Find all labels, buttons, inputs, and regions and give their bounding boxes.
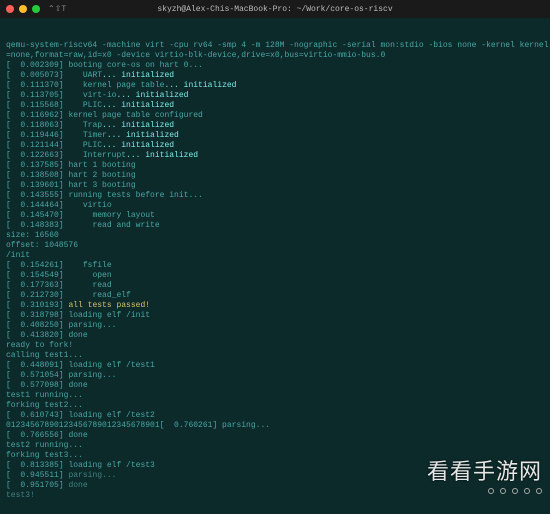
log-line: 01234567890123456789012345678901[ 0.7602… <box>6 421 544 431</box>
log-line: [ 0.318798] loading elf /init <box>6 311 544 321</box>
terminal-output[interactable]: qemu-system-riscv64 -machine virt -cpu r… <box>0 18 550 514</box>
log-line: [ 0.111370] kernel page table... initial… <box>6 81 544 91</box>
log-line: [ 0.118063] Trap... initialized <box>6 121 544 131</box>
watermark-dots <box>488 488 542 494</box>
log-line: forking test2... <box>6 401 544 411</box>
log-line: [ 0.177363] read <box>6 281 544 291</box>
log-line: qemu-system-riscv64 -machine virt -cpu r… <box>6 41 544 51</box>
log-line: [ 0.143555] running tests before init... <box>6 191 544 201</box>
watermark-text: 看看手游网 <box>427 454 542 486</box>
log-line: [ 0.144464] virtio <box>6 201 544 211</box>
minimize-icon[interactable] <box>19 5 27 13</box>
log-line: [ 0.002309] booting core-os on hart 0... <box>6 61 544 71</box>
log-line: [ 0.154549] open <box>6 271 544 281</box>
log-line: ready to fork! <box>6 341 544 351</box>
log-line: test2 running... <box>6 441 544 451</box>
log-line: [ 0.310193] all tests passed! <box>6 301 544 311</box>
log-line: [ 0.122663] Interrupt... initialized <box>6 151 544 161</box>
traffic-lights <box>6 5 40 13</box>
log-line: [ 0.139601] hart 3 booting <box>6 181 544 191</box>
log-line: [ 0.577098] done <box>6 381 544 391</box>
log-line: [ 0.116962] kernel page table configured <box>6 111 544 121</box>
log-line: test1 running... <box>6 391 544 401</box>
watermark: 看看手游网 <box>427 454 542 494</box>
log-line: [ 0.571054] parsing... <box>6 371 544 381</box>
log-line: [ 0.121144] PLIC... initialized <box>6 141 544 151</box>
log-line: =none,format=raw,id=x0 -device virtio-bl… <box>6 51 544 61</box>
log-line: [ 0.145470] memory layout <box>6 211 544 221</box>
log-line: [ 0.212730] read_elf <box>6 291 544 301</box>
window-title: skyzh@Alex-Chis-MacBook-Pro: ~/Work/core… <box>157 5 392 14</box>
log-line: [ 0.005073] UART... initialized <box>6 71 544 81</box>
log-line: offset: 1048576 <box>6 241 544 251</box>
log-line: [ 0.766556] done <box>6 431 544 441</box>
log-line: /init <box>6 251 544 261</box>
log-line: [ 0.148383] read and write <box>6 221 544 231</box>
log-line: [ 0.448091] loading elf /test1 <box>6 361 544 371</box>
titlebar: ⌃⇧T skyzh@Alex-Chis-MacBook-Pro: ~/Work/… <box>0 0 550 18</box>
log-line: [ 0.154261] fsfile <box>6 261 544 271</box>
zoom-icon[interactable] <box>32 5 40 13</box>
log-line: [ 0.610743] loading elf /test2 <box>6 411 544 421</box>
log-line: [ 0.413820] done <box>6 331 544 341</box>
log-line: [ 0.408250] parsing... <box>6 321 544 331</box>
shell-indicator: ⌃⇧T <box>48 4 66 14</box>
log-line: [ 0.113705] virt-io... initialized <box>6 91 544 101</box>
log-line: [ 0.119446] Timer... initialized <box>6 131 544 141</box>
close-icon[interactable] <box>6 5 14 13</box>
log-line: calling test1... <box>6 351 544 361</box>
log-line: [ 0.138508] hart 2 booting <box>6 171 544 181</box>
log-line: [ 0.115568] PLIC... initialized <box>6 101 544 111</box>
log-line: [ 0.137585] hart 1 booting <box>6 161 544 171</box>
log-line: size: 16560 <box>6 231 544 241</box>
